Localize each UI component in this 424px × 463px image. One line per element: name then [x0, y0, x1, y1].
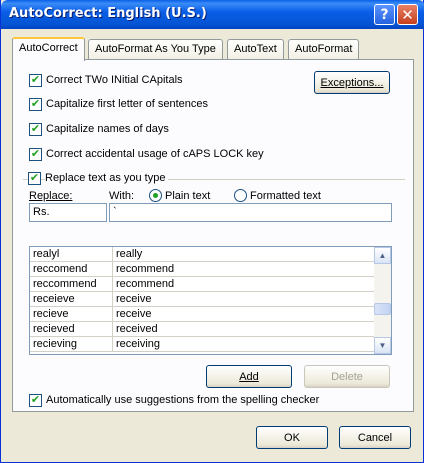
list-scrollbar[interactable]: ▲ ▼ [374, 247, 391, 354]
entry-replace: recieving [33, 338, 78, 350]
list-item[interactable]: receieve receive [30, 292, 375, 307]
plain-text-radio[interactable] [149, 189, 162, 202]
capitalize-days-label: Capitalize names of days [46, 123, 169, 135]
scroll-thumb[interactable] [374, 303, 391, 315]
column-divider [112, 262, 113, 277]
capitalize-sentences-label: Capitalize first letter of sentences [46, 98, 209, 110]
column-divider [112, 307, 113, 322]
replace-label: Replace: [29, 190, 73, 202]
scroll-down-icon[interactable]: ▼ [374, 337, 391, 354]
entry-replace: receieve [33, 293, 75, 305]
list-item[interactable]: reccommend recommend [30, 277, 375, 292]
column-divider [112, 247, 113, 262]
formatted-text-radio[interactable] [234, 189, 247, 202]
entry-with: received [116, 323, 158, 335]
column-divider [112, 322, 113, 337]
ok-button[interactable]: OK [256, 426, 328, 449]
replace-as-you-type-checkbox[interactable]: ✔ [28, 172, 41, 185]
entry-replace: recieve [33, 308, 69, 320]
entry-with: recommend [116, 278, 175, 290]
list-item[interactable]: recieving receiving [30, 337, 375, 352]
list-item[interactable]: recieve receive [30, 307, 375, 322]
correct-two-initials-label: Correct TWo INitial CApitals [46, 74, 183, 86]
correct-two-initials-checkbox[interactable]: ✔ [29, 74, 42, 87]
entry-with: receive [116, 308, 152, 320]
exceptions-button[interactable]: Exceptions... [314, 71, 390, 94]
exceptions-label: Exceptions... [320, 76, 384, 89]
cancel-button[interactable]: Cancel [339, 426, 411, 449]
entry-with: recommend [116, 263, 175, 275]
entry-with: really [116, 248, 143, 260]
entry-with: receive [116, 293, 152, 305]
entry-with: receiving [116, 338, 161, 350]
caps-lock-checkbox[interactable]: ✔ [29, 148, 42, 161]
with-label: With: [109, 190, 135, 202]
list-item[interactable]: realyl really [30, 247, 375, 262]
with-input[interactable]: ` [109, 203, 392, 222]
entry-replace: reccomend [33, 263, 88, 275]
plain-text-label: Plain text [165, 190, 211, 202]
delete-button[interactable]: Delete [304, 365, 390, 388]
spelling-suggestions-checkbox[interactable]: ✔ [29, 394, 42, 407]
capitalize-sentences-checkbox[interactable]: ✔ [29, 98, 42, 111]
entry-replace: realyl [33, 248, 60, 260]
replace-input[interactable]: Rs. [29, 203, 107, 222]
column-divider [112, 337, 113, 352]
add-button[interactable]: Add [206, 365, 292, 388]
autocorrect-dialog: AutoCorrect: English (U.S.) ? ✕ AutoCorr… [0, 0, 424, 463]
entry-replace: recieved [33, 323, 75, 335]
scroll-up-icon[interactable]: ▲ [374, 247, 391, 264]
list-item[interactable]: reccomend recommend [30, 262, 375, 277]
replace-as-you-type-label: Replace text as you type [45, 172, 169, 184]
spelling-suggestions-label: Automatically use suggestions from the s… [46, 394, 320, 406]
column-divider [112, 292, 113, 307]
entry-replace: reccommend [33, 278, 97, 290]
list-item[interactable]: recieved received [30, 322, 375, 337]
add-label: Add [239, 370, 259, 383]
delete-label: Delete [331, 370, 363, 383]
column-divider [112, 277, 113, 292]
autocorrect-entries-list[interactable]: realyl really reccomend recommend reccomme… [29, 246, 392, 355]
caps-lock-label: Correct accidental usage of cAPS LOCK ke… [46, 148, 264, 160]
capitalize-days-checkbox[interactable]: ✔ [29, 123, 42, 136]
formatted-text-label: Formatted text [250, 190, 321, 202]
